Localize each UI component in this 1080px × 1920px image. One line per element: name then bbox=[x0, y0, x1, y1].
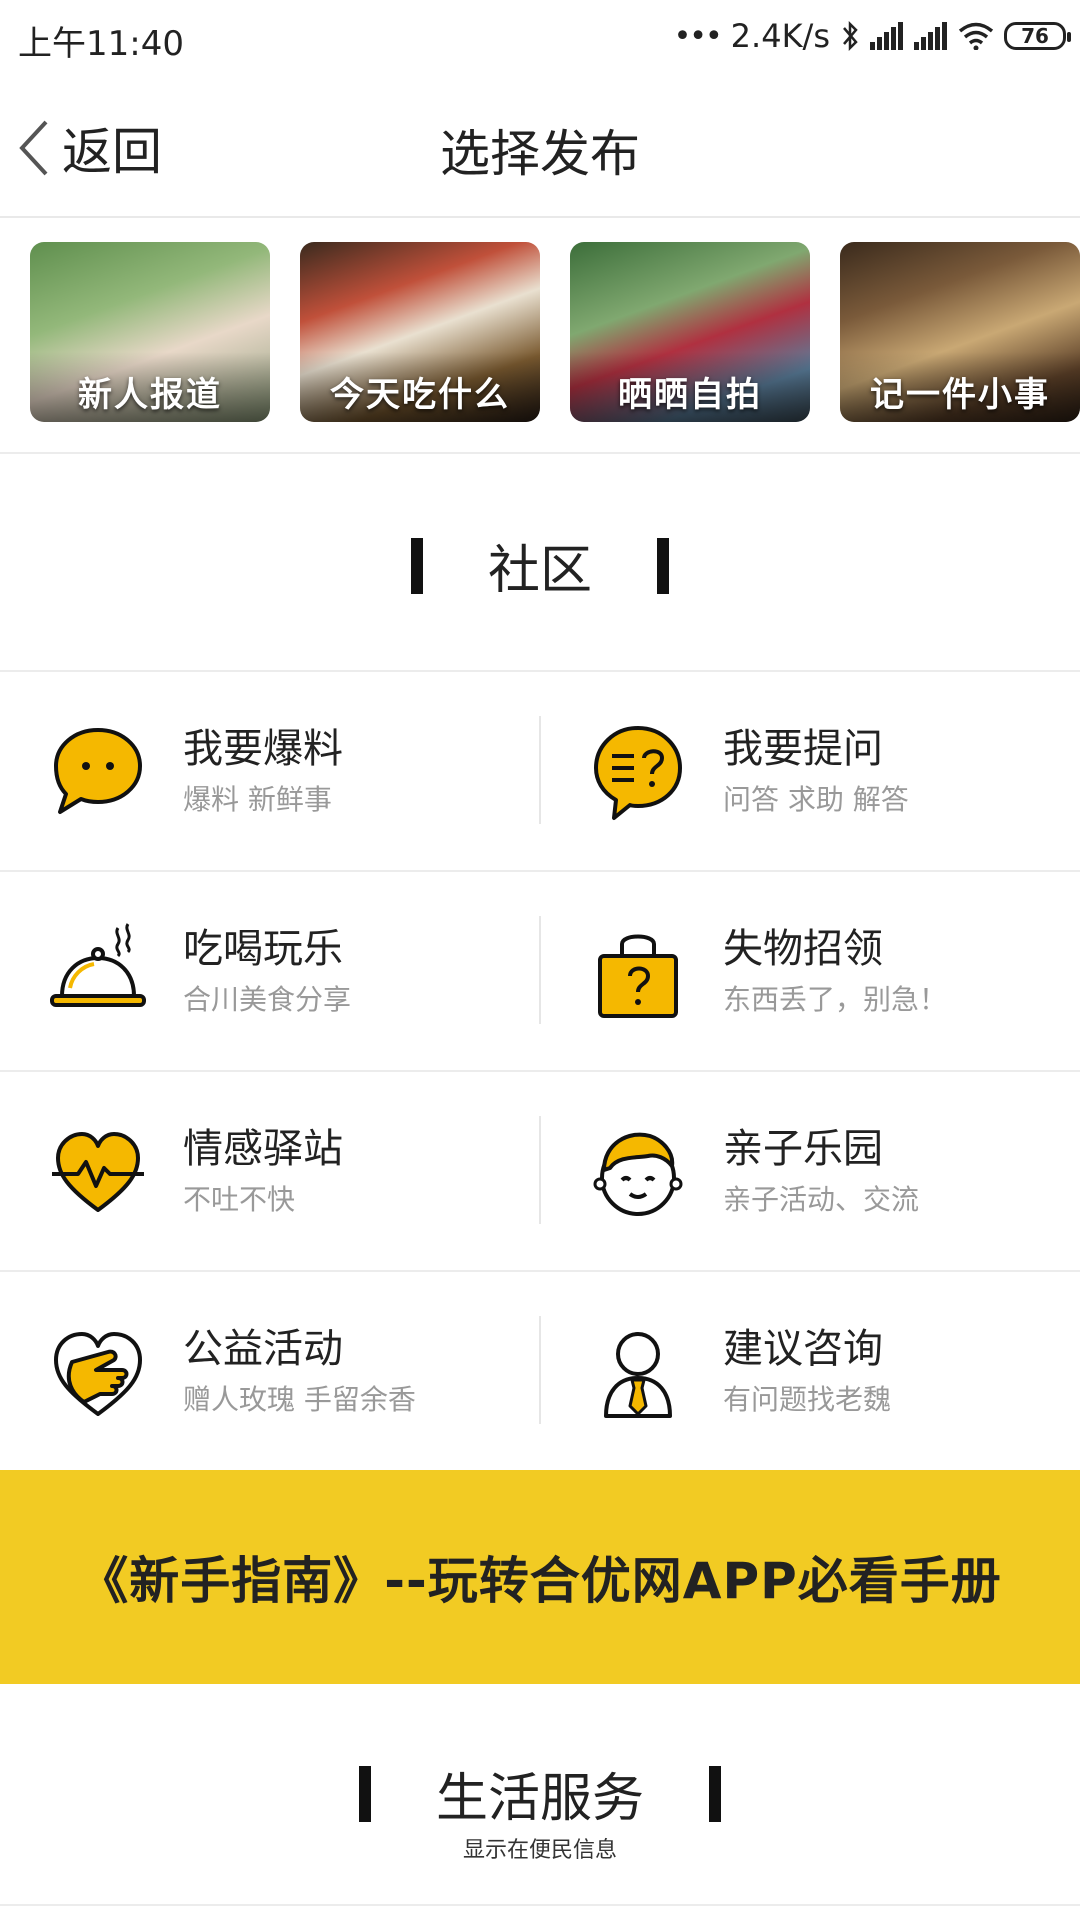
category-label: 今天吃什么 bbox=[330, 375, 510, 415]
item-title: 公益活动 bbox=[183, 1326, 343, 1372]
signal-icon-2 bbox=[914, 22, 947, 50]
category-card-food[interactable]: 今天吃什么 bbox=[300, 242, 540, 422]
life-service-title: 生活服务 bbox=[435, 1769, 644, 1829]
signal-icon bbox=[870, 22, 903, 50]
heading-bar-right bbox=[657, 537, 670, 594]
category-label: 记一件小事 bbox=[870, 375, 1050, 415]
category-label: 新人报道 bbox=[78, 375, 222, 415]
grid-row: 公益活动 赠人玫瑰 手留余香 建议咨询 有问题找老魏 bbox=[0, 1272, 1080, 1472]
item-break-news[interactable]: 我要爆料 爆料 新鲜事 bbox=[0, 672, 540, 870]
life-service-subtitle: 显示在便民信息 bbox=[462, 1838, 617, 1863]
item-title: 吃喝玩乐 bbox=[183, 926, 343, 972]
status-icons: ••• 2.4K/s 76 bbox=[673, 14, 1071, 58]
person-tie-icon bbox=[604, 1332, 672, 1418]
item-parent-child[interactable]: 亲子乐园 亲子活动、交流 bbox=[540, 1072, 1080, 1270]
item-subtitle: 亲子活动、交流 bbox=[723, 1183, 920, 1216]
item-ask-question[interactable]: 我要提问 问答 求助 解答 bbox=[540, 672, 1080, 870]
question-bubble-icon bbox=[594, 726, 682, 820]
item-title: 我要提问 bbox=[723, 726, 883, 772]
child-face-icon bbox=[593, 1132, 683, 1216]
lost-lock-icon bbox=[598, 934, 678, 1018]
life-service-section-header: 生活服务 显示在便民信息 bbox=[0, 1684, 1080, 1906]
handshake-heart-icon bbox=[54, 1332, 142, 1416]
item-subtitle: 有问题找老魏 bbox=[723, 1383, 892, 1416]
heading-bar-right bbox=[709, 1765, 722, 1822]
item-subtitle: 爆料 新鲜事 bbox=[183, 783, 332, 816]
chat-bubble-icon bbox=[54, 728, 142, 814]
status-time: 上午11:40 bbox=[18, 24, 184, 64]
community-title: 社区 bbox=[487, 541, 592, 601]
item-lost-found[interactable]: 失物招领 东西丢了，别急！ bbox=[540, 872, 1080, 1070]
grid-row: 我要爆料 爆料 新鲜事 我要提问 问答 求助 解答 bbox=[0, 672, 1080, 872]
beginner-guide-banner[interactable]: 《新手指南》--玩转合优网APP必看手册 bbox=[0, 1470, 1080, 1684]
bluetooth-icon bbox=[843, 20, 858, 52]
community-section-header: 社区 bbox=[0, 452, 1080, 672]
more-dots-icon: ••• bbox=[673, 18, 723, 54]
banner-text: 《新手指南》--玩转合优网APP必看手册 bbox=[78, 1552, 1002, 1610]
category-label: 晒晒自拍 bbox=[618, 375, 762, 415]
item-charity[interactable]: 公益活动 赠人玫瑰 手留余香 bbox=[0, 1272, 540, 1470]
network-speed: 2.4K/s bbox=[730, 17, 830, 55]
item-title: 失物招领 bbox=[723, 926, 883, 972]
heading-bar-left bbox=[410, 537, 423, 594]
page-title: 选择发布 bbox=[440, 125, 640, 183]
item-subtitle: 问答 求助 解答 bbox=[723, 783, 909, 816]
grid-row: 情感驿站 不吐不快 亲子乐园 亲子活动、交流 bbox=[0, 1072, 1080, 1272]
item-subtitle: 不吐不快 bbox=[183, 1183, 296, 1216]
item-food-fun[interactable]: 吃喝玩乐 合川美食分享 bbox=[0, 872, 540, 1070]
heart-pulse-icon bbox=[52, 1132, 144, 1212]
item-subtitle: 东西丢了，别急！ bbox=[723, 983, 948, 1016]
item-subtitle: 赠人玫瑰 手留余香 bbox=[183, 1383, 416, 1416]
item-subtitle: 合川美食分享 bbox=[183, 983, 352, 1016]
category-card-small-thing[interactable]: 记一件小事 bbox=[840, 242, 1080, 422]
nav-bar: 返回 选择发布 bbox=[0, 72, 1080, 218]
status-bar: 上午11:40 ••• 2.4K/s 76 bbox=[0, 0, 1080, 72]
item-title: 亲子乐园 bbox=[723, 1126, 883, 1172]
food-cloche-icon bbox=[50, 923, 146, 1007]
heading-bar-left bbox=[358, 1765, 371, 1822]
item-title: 我要爆料 bbox=[183, 726, 343, 772]
battery-icon: 76 bbox=[1004, 22, 1071, 50]
item-emotion-station[interactable]: 情感驿站 不吐不快 bbox=[0, 1072, 540, 1270]
grid-row: 吃喝玩乐 合川美食分享 失物招领 东西丢了，别急！ bbox=[0, 872, 1080, 1072]
item-title: 情感驿站 bbox=[183, 1126, 343, 1172]
category-card-newcomer[interactable]: 新人报道 bbox=[30, 242, 270, 422]
community-grid: 我要爆料 爆料 新鲜事 我要提问 问答 求助 解答 吃喝玩乐 合川美食分享 失物… bbox=[0, 672, 1080, 1472]
battery-level: 76 bbox=[1021, 24, 1049, 48]
category-card-selfie[interactable]: 晒晒自拍 bbox=[570, 242, 810, 422]
wifi-icon bbox=[958, 22, 994, 50]
item-title: 建议咨询 bbox=[723, 1326, 883, 1372]
item-suggestion[interactable]: 建议咨询 有问题找老魏 bbox=[540, 1272, 1080, 1470]
category-strip: 新人报道 今天吃什么 晒晒自拍 记一件小事 bbox=[0, 218, 1080, 454]
